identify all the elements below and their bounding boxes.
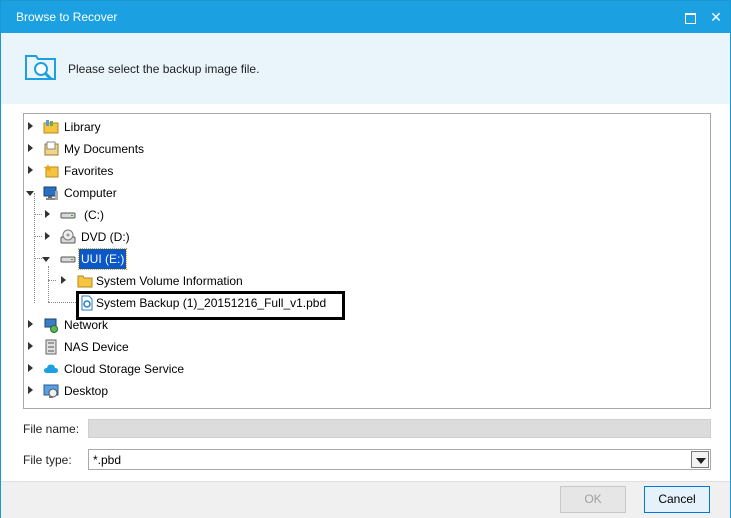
collapse-icon[interactable] (42, 257, 50, 262)
maximize-icon[interactable] (680, 7, 700, 27)
file-type-label: File type: (23, 453, 72, 467)
desktop-icon (43, 384, 59, 398)
title-bar[interactable]: Browse to Recover ✕ (1, 1, 730, 33)
expand-icon[interactable] (28, 320, 33, 328)
expand-icon[interactable] (45, 232, 50, 240)
expand-icon[interactable] (28, 144, 33, 152)
drive-icon (60, 212, 76, 219)
file-type-select[interactable]: *.pbd (88, 449, 711, 470)
tree-item-my-documents[interactable]: My Documents (24, 139, 704, 159)
tree-item-drive-e[interactable]: UUI (E:) (24, 248, 704, 270)
window-title: Browse to Recover (16, 10, 118, 24)
instruction-text: Please select the backup image file. (68, 62, 260, 76)
expand-icon[interactable] (45, 210, 50, 218)
tree-item-cloud-storage[interactable]: Cloud Storage Service (24, 359, 704, 379)
folder-tree[interactable]: Library My Documents Favorites Computer … (23, 113, 711, 409)
tree-item-system-volume-information[interactable]: System Volume Information (24, 271, 704, 291)
folder-icon (77, 275, 93, 288)
tree-item-drive-d[interactable]: DVD (D:) (24, 227, 704, 247)
documents-icon (44, 141, 59, 156)
close-icon[interactable]: ✕ (706, 7, 726, 27)
computer-icon (43, 186, 58, 200)
expand-icon[interactable] (28, 122, 33, 130)
favorites-icon (43, 164, 59, 178)
tree-item-drive-c[interactable]: (C:) (24, 205, 704, 225)
tree-item-favorites[interactable]: Favorites (24, 161, 704, 181)
expand-icon[interactable] (28, 166, 33, 174)
dvd-drive-icon (60, 229, 76, 244)
nas-icon (45, 339, 57, 355)
browse-dialog: Browse to Recover ✕ Please select the ba… (0, 0, 731, 518)
selected-file-highlight (76, 291, 345, 320)
tree-item-desktop[interactable]: Desktop (24, 381, 704, 401)
file-name-input[interactable] (88, 419, 711, 438)
drive-icon (60, 256, 76, 263)
browse-folder-icon (25, 55, 56, 81)
tree-item-nas-device[interactable]: NAS Device (24, 337, 704, 357)
tree-item-library[interactable]: Library (24, 117, 704, 137)
expand-icon[interactable] (28, 386, 33, 394)
network-icon (44, 318, 58, 333)
file-type-value: *.pbd (93, 453, 122, 467)
expand-icon[interactable] (28, 342, 33, 350)
ok-button[interactable]: OK (560, 486, 626, 513)
expand-icon[interactable] (28, 364, 33, 372)
instruction-header: Please select the backup image file. (1, 33, 730, 104)
expand-icon[interactable] (61, 276, 66, 284)
cancel-button[interactable]: Cancel (644, 486, 710, 513)
file-name-label: File name: (23, 422, 80, 436)
chevron-down-icon[interactable] (691, 451, 709, 468)
cloud-icon (44, 364, 58, 373)
collapse-icon[interactable] (26, 191, 34, 196)
library-icon (43, 120, 59, 134)
tree-item-computer[interactable]: Computer (24, 183, 704, 203)
